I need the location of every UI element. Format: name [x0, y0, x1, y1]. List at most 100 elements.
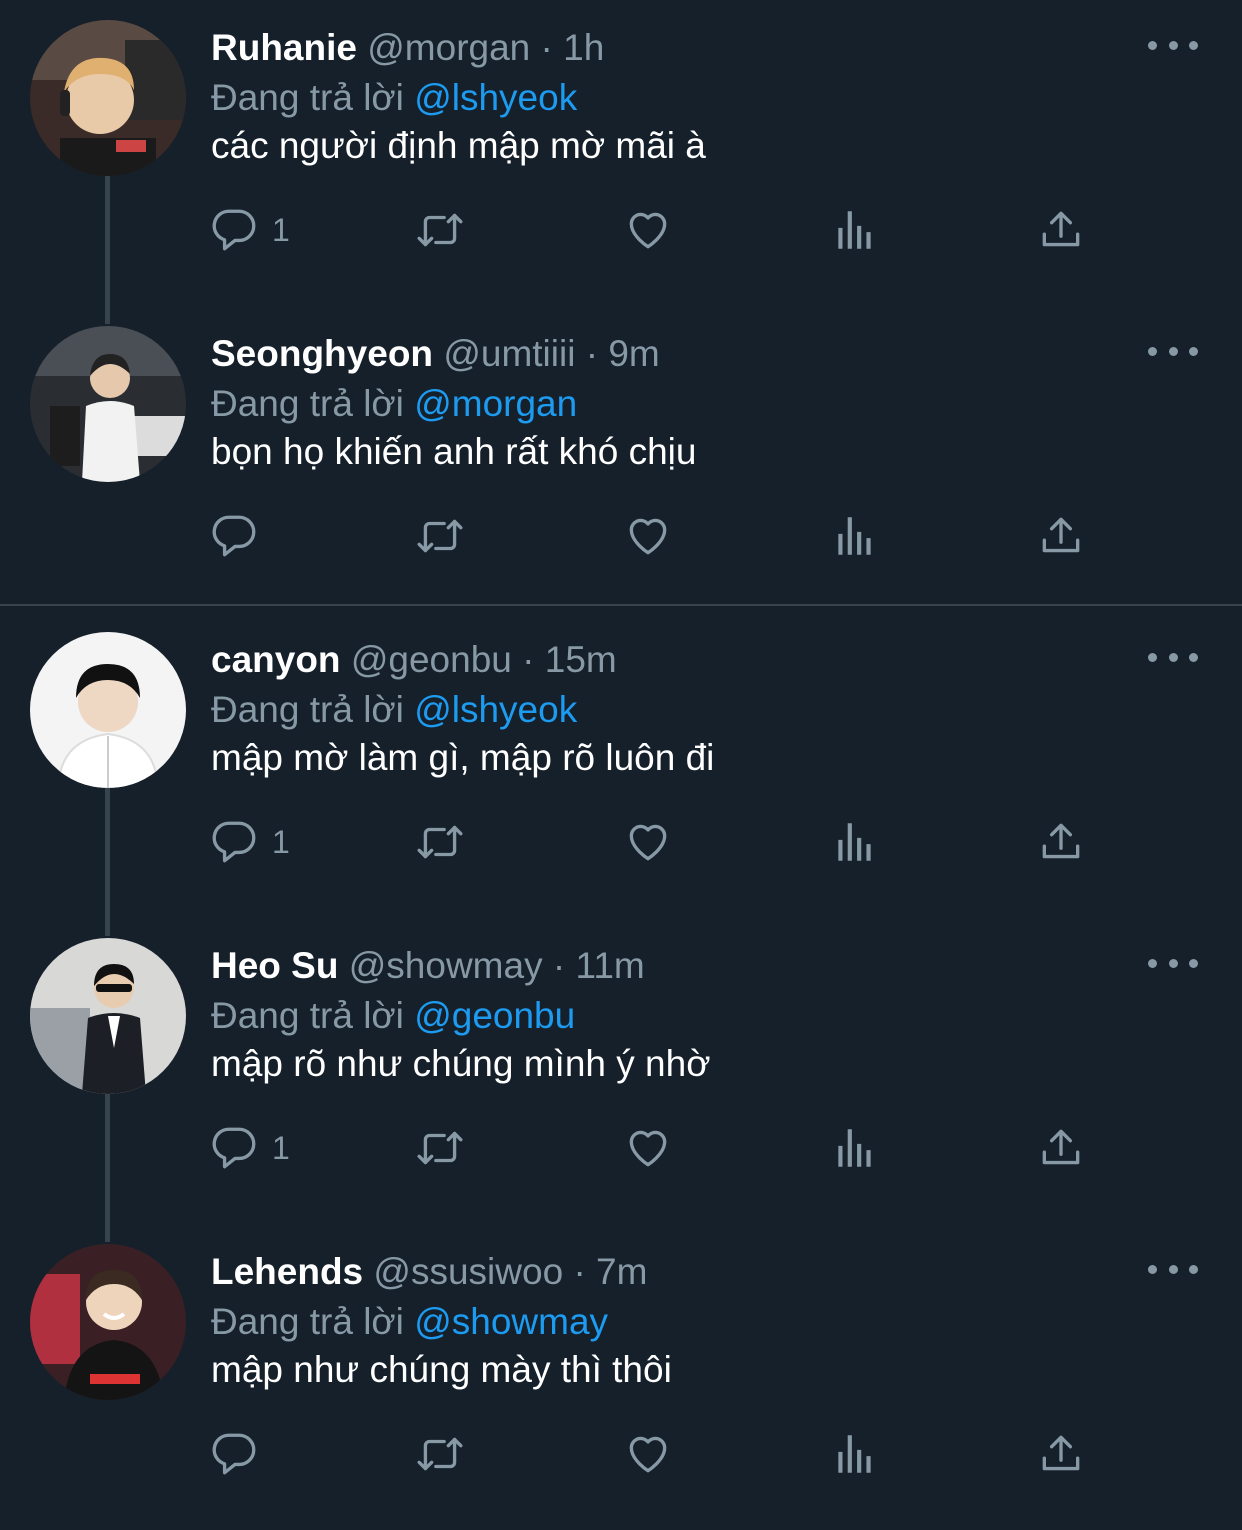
- tweet-header: Lehends @ssusiwoo · 7m: [211, 1248, 647, 1296]
- avatar-image: [30, 326, 186, 482]
- timestamp[interactable]: 9m: [608, 333, 659, 374]
- more-icon[interactable]: [1148, 336, 1198, 366]
- mention-link[interactable]: @showmay: [414, 1301, 608, 1342]
- replying-prefix: Đang trả lời: [211, 689, 404, 730]
- reply-button[interactable]: 1: [210, 1118, 290, 1178]
- retweet-button[interactable]: [415, 1118, 465, 1178]
- tweet[interactable]: Heo Su @showmay · 11m Đang trả lời @geon…: [0, 918, 1242, 1242]
- avatar[interactable]: [30, 632, 186, 788]
- reply-icon: [212, 821, 256, 863]
- reply-icon: [212, 209, 256, 251]
- action-bar: 1: [0, 200, 1242, 260]
- handle[interactable]: @umtiiii: [443, 333, 575, 374]
- stats-button[interactable]: [830, 200, 880, 260]
- separator: ·: [585, 333, 599, 374]
- display-name[interactable]: Heo Su: [211, 945, 338, 986]
- avatar[interactable]: [30, 938, 186, 1094]
- share-icon: [1042, 517, 1080, 553]
- share-button[interactable]: [1036, 1118, 1086, 1178]
- thread-divider: [0, 604, 1242, 606]
- retweet-icon: [417, 519, 463, 553]
- timestamp[interactable]: 1h: [563, 27, 604, 68]
- heart-icon: [629, 824, 667, 861]
- more-icon[interactable]: [1148, 948, 1198, 978]
- handle[interactable]: @geonbu: [351, 639, 512, 680]
- separator: ·: [573, 1251, 586, 1292]
- like-button[interactable]: [623, 1118, 673, 1178]
- reply-count: 1: [272, 823, 290, 860]
- tweet-text: mập mờ làm gì, mập rõ luôn đi: [211, 737, 715, 778]
- avatar[interactable]: [30, 20, 186, 176]
- like-button[interactable]: [623, 1424, 673, 1484]
- retweet-button[interactable]: [415, 1424, 465, 1484]
- timestamp[interactable]: 7m: [596, 1251, 647, 1292]
- share-icon: [1042, 823, 1080, 859]
- share-button[interactable]: [1036, 812, 1086, 872]
- reply-icon: [212, 1127, 256, 1169]
- tweet-header: canyon @geonbu · 15m: [211, 636, 617, 684]
- replying-to: Đang trả lời @lshyeok: [211, 74, 577, 122]
- separator: ·: [540, 27, 553, 68]
- replying-to: Đang trả lời @morgan: [211, 380, 577, 428]
- share-button[interactable]: [1036, 200, 1086, 260]
- more-icon[interactable]: [1148, 1254, 1198, 1284]
- mention-link[interactable]: @lshyeok: [414, 77, 577, 118]
- display-name[interactable]: Lehends: [211, 1251, 363, 1292]
- tweet-header: Seonghyeon @umtiiii · 9m: [211, 330, 660, 378]
- tweet[interactable]: Seonghyeon @umtiiii · 9m Đang trả lời @m…: [0, 306, 1242, 612]
- stats-icon: [838, 1129, 871, 1167]
- stats-button[interactable]: [830, 812, 880, 872]
- mention-link[interactable]: @lshyeok: [414, 689, 577, 730]
- share-button[interactable]: [1036, 506, 1086, 566]
- mention-link[interactable]: @geonbu: [414, 995, 575, 1036]
- display-name[interactable]: Ruhanie: [211, 27, 357, 68]
- tweet[interactable]: Lehends @ssusiwoo · 7m Đang trả lời @sho…: [0, 1224, 1242, 1530]
- tweet[interactable]: Ruhanie @morgan · 1h Đang trả lời @lshye…: [0, 0, 1242, 324]
- tweet-text: bọn họ khiến anh rất khó chịu: [211, 431, 697, 472]
- replying-prefix: Đang trả lời: [211, 77, 404, 118]
- handle[interactable]: @morgan: [367, 27, 530, 68]
- separator: ·: [552, 945, 566, 986]
- handle[interactable]: @ssusiwoo: [373, 1251, 563, 1292]
- heart-icon: [629, 518, 667, 555]
- avatar[interactable]: [30, 1244, 186, 1400]
- like-button[interactable]: [623, 506, 673, 566]
- heart-icon: [629, 212, 667, 249]
- stats-button[interactable]: [830, 1118, 880, 1178]
- avatar[interactable]: [30, 326, 186, 482]
- stats-button[interactable]: [830, 506, 880, 566]
- handle[interactable]: @showmay: [349, 945, 543, 986]
- reply-button[interactable]: 1: [210, 812, 290, 872]
- share-icon: [1042, 1129, 1080, 1165]
- more-icon[interactable]: [1148, 30, 1198, 60]
- share-button[interactable]: [1036, 1424, 1086, 1484]
- stats-button[interactable]: [830, 1424, 880, 1484]
- tweet[interactable]: canyon @geonbu · 15m Đang trả lời @lshye…: [0, 612, 1242, 936]
- share-icon: [1042, 211, 1080, 247]
- tweet-header: Ruhanie @morgan · 1h: [211, 24, 604, 72]
- replying-to: Đang trả lời @showmay: [211, 1298, 608, 1346]
- mention-link[interactable]: @morgan: [414, 383, 577, 424]
- retweet-button[interactable]: [415, 200, 465, 260]
- reply-button[interactable]: [210, 1424, 272, 1484]
- display-name[interactable]: Seonghyeon: [211, 333, 433, 374]
- display-name[interactable]: canyon: [211, 639, 341, 680]
- like-button[interactable]: [623, 812, 673, 872]
- tweet-text: mập như chúng mày thì thôi: [211, 1349, 672, 1390]
- stats-icon: [838, 211, 871, 249]
- more-icon[interactable]: [1148, 642, 1198, 672]
- retweet-icon: [417, 1437, 463, 1471]
- reply-button[interactable]: 1: [210, 200, 290, 260]
- timestamp[interactable]: 11m: [575, 945, 644, 986]
- timestamp[interactable]: 15m: [545, 639, 617, 680]
- reply-button[interactable]: [210, 506, 272, 566]
- like-button[interactable]: [623, 200, 673, 260]
- heart-icon: [629, 1130, 667, 1167]
- retweet-button[interactable]: [415, 812, 465, 872]
- action-bar: 1: [0, 1118, 1242, 1178]
- share-icon: [1042, 1435, 1080, 1471]
- avatar-image: [30, 632, 186, 788]
- avatar-image: [30, 938, 186, 1094]
- retweet-icon: [417, 213, 463, 247]
- retweet-button[interactable]: [415, 506, 465, 566]
